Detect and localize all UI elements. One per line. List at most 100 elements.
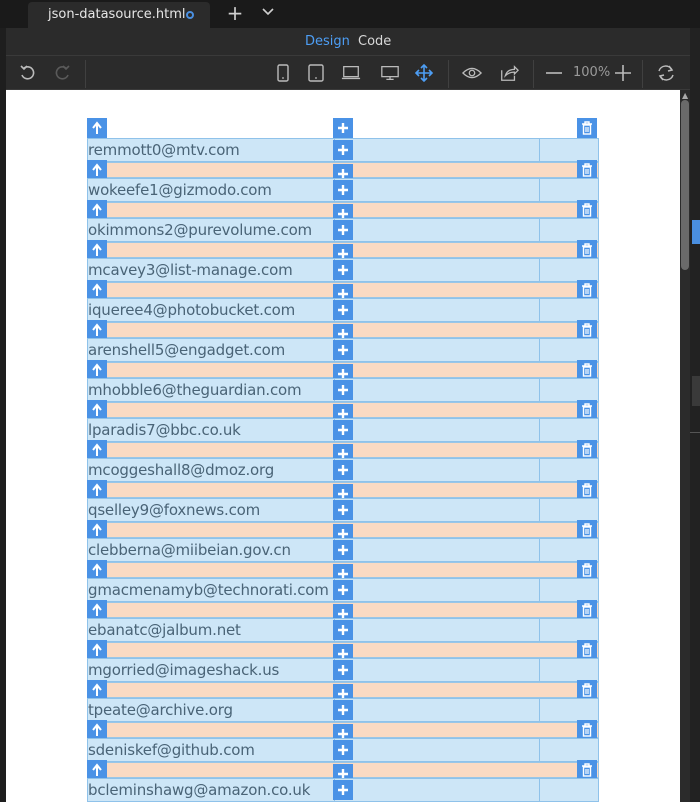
delete-row-handle-icon[interactable] [577,280,597,300]
delete-row-handle-icon[interactable] [577,160,597,180]
app-window: json-datasource.html + Design Code 100% … [0,0,700,802]
delete-row-handle-icon[interactable] [577,480,597,500]
add-column-handle-icon[interactable] [333,620,353,640]
delete-row-handle-icon[interactable] [577,680,597,700]
move-row-handle-icon[interactable] [87,118,107,138]
delete-row-handle-icon[interactable] [577,118,597,138]
canvas-scrollbar-thumb[interactable] [681,100,689,270]
add-column-handle-icon[interactable] [333,460,353,480]
share-icon[interactable] [499,63,519,83]
refresh-icon[interactable] [656,63,676,83]
email-cell: okimmons2@purevolume.com [88,221,312,239]
move-row-handle-icon[interactable] [87,520,107,540]
add-column-handle-icon[interactable] [333,220,353,240]
email-cell: iqueree4@photobucket.com [88,301,296,319]
add-column-handle-icon[interactable] [333,740,353,760]
cell-divider [539,498,540,522]
cell-divider [539,538,540,562]
move-row-handle-icon[interactable] [87,360,107,380]
add-column-handle-icon[interactable] [333,140,353,160]
email-cell: gmacmenamyb@technorati.com [88,581,329,599]
cell-divider [539,738,540,762]
move-row-handle-icon[interactable] [87,680,107,700]
email-cell: ebanatc@jalbum.net [88,621,241,639]
delete-row-handle-icon[interactable] [577,240,597,260]
delete-row-handle-icon[interactable] [577,600,597,620]
move-row-handle-icon[interactable] [87,200,107,220]
toolbar: 100% [6,56,690,90]
move-row-handle-icon[interactable] [87,240,107,260]
move-row-handle-icon[interactable] [87,600,107,620]
tab-title: json-datasource.html [48,7,186,22]
unsaved-indicator-icon[interactable] [186,11,194,19]
desktop-view-icon[interactable] [380,63,400,83]
tab-json-datasource[interactable]: json-datasource.html [28,2,210,28]
cell-divider [539,378,540,402]
add-column-handle-icon[interactable] [333,700,353,720]
phone-view-icon[interactable] [273,63,293,83]
cell-divider [539,138,540,162]
delete-row-handle-icon[interactable] [577,320,597,340]
delete-row-handle-icon[interactable] [577,720,597,740]
delete-row-handle-icon[interactable] [577,400,597,420]
preview-eye-icon[interactable] [462,63,482,83]
redo-icon[interactable] [52,63,72,83]
scroll-up-arrow-icon[interactable]: ▲ [682,91,688,100]
move-row-handle-icon[interactable] [87,640,107,660]
design-mode-button[interactable]: Design [305,34,350,49]
side-panel-tab[interactable] [692,220,700,244]
move-row-handle-icon[interactable] [87,160,107,180]
add-column-handle-icon[interactable] [333,340,353,360]
move-row-handle-icon[interactable] [87,760,107,780]
delete-row-handle-icon[interactable] [577,560,597,580]
cell-divider [539,178,540,202]
cell-divider [539,458,540,482]
delete-row-handle-icon[interactable] [577,200,597,220]
delete-row-handle-icon[interactable] [577,360,597,380]
email-cell: mcoggeshall8@dmoz.org [88,461,275,479]
side-panel-item[interactable] [692,376,700,406]
move-row-handle-icon[interactable] [87,400,107,420]
code-mode-button[interactable]: Code [358,34,391,49]
add-column-handle-icon[interactable] [333,500,353,520]
cell-divider [539,298,540,322]
delete-row-handle-icon[interactable] [577,440,597,460]
tab-list-chevron-icon[interactable] [260,4,276,20]
cell-divider [539,218,540,242]
add-column-handle-icon[interactable] [333,420,353,440]
side-panel-strip [690,28,700,802]
move-row-handle-icon[interactable] [87,280,107,300]
move-tool-icon[interactable] [414,63,434,83]
move-row-handle-icon[interactable] [87,480,107,500]
zoom-in-icon[interactable] [613,63,633,83]
add-column-handle-icon[interactable] [333,260,353,280]
cell-divider [539,618,540,642]
new-tab-button[interactable]: + [224,2,246,24]
email-cell: qselley9@foxnews.com [88,501,261,519]
move-row-handle-icon[interactable] [87,720,107,740]
delete-row-handle-icon[interactable] [577,640,597,660]
email-cell: mcavey3@list-manage.com [88,261,293,279]
move-row-handle-icon[interactable] [87,320,107,340]
add-column-handle-icon[interactable] [333,580,353,600]
email-cell: lparadis7@bbc.co.uk [88,421,241,439]
email-cell: mhobble6@theguardian.com [88,381,302,399]
zoom-out-icon[interactable] [544,63,564,83]
email-cell: arenshell5@engadget.com [88,341,285,359]
email-cell: mgorried@imageshack.us [88,661,280,679]
add-column-handle-icon[interactable] [333,118,353,138]
tablet-view-icon[interactable] [306,63,326,83]
delete-row-handle-icon[interactable] [577,760,597,780]
design-canvas[interactable]: remmott0@mtv.com wokeefe1@gizmodo.com okim… [6,90,680,802]
add-column-handle-icon[interactable] [333,660,353,680]
add-column-handle-icon[interactable] [333,780,353,800]
move-row-handle-icon[interactable] [87,560,107,580]
add-column-handle-icon[interactable] [333,380,353,400]
undo-icon[interactable] [18,63,38,83]
move-row-handle-icon[interactable] [87,440,107,460]
add-column-handle-icon[interactable] [333,300,353,320]
delete-row-handle-icon[interactable] [577,520,597,540]
laptop-view-icon[interactable] [341,63,361,83]
add-column-handle-icon[interactable] [333,540,353,560]
add-column-handle-icon[interactable] [333,180,353,200]
